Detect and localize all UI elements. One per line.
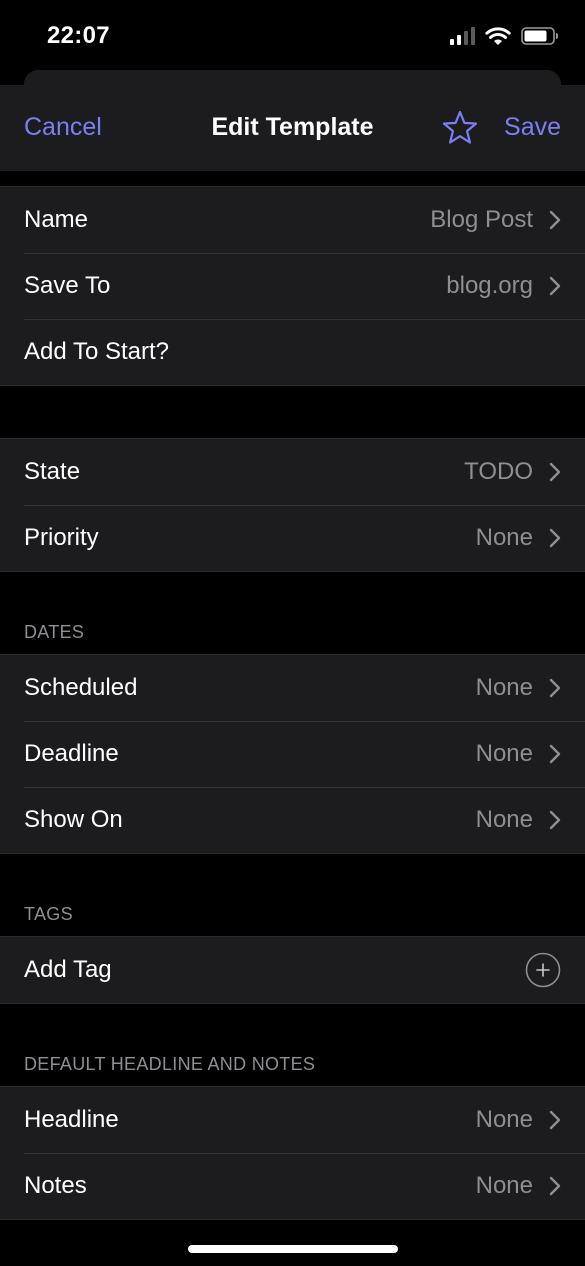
scheduled-value: None [475, 674, 533, 701]
deadline-row[interactable]: Deadline None [0, 721, 585, 787]
save-to-label: Save To [24, 272, 111, 299]
name-value: Blog Post [430, 206, 533, 233]
add-tag-row[interactable]: Add Tag [0, 937, 585, 1003]
defaults-group: Headline None Notes None [0, 1086, 585, 1220]
chevron-right-icon [549, 1176, 561, 1196]
dates-group: Scheduled None Deadline None Show On Non… [0, 654, 585, 854]
chevron-right-icon [549, 678, 561, 698]
notes-label: Notes [24, 1172, 87, 1199]
add-to-start-label: Add To Start? [24, 338, 169, 365]
show-on-value: None [475, 806, 533, 833]
plus-circle-icon[interactable] [525, 952, 561, 988]
dates-section-header: DATES [24, 622, 85, 642]
add-tag-label: Add Tag [24, 956, 112, 983]
notes-row[interactable]: Notes None [0, 1153, 585, 1219]
chevron-right-icon [549, 528, 561, 548]
save-to-value: blog.org [446, 272, 533, 299]
save-button[interactable]: Save [504, 113, 561, 142]
notes-value: None [475, 1172, 533, 1199]
save-to-row[interactable]: Save To blog.org [0, 253, 585, 319]
scheduled-label: Scheduled [24, 674, 138, 701]
headline-row[interactable]: Headline None [0, 1087, 585, 1153]
tags-section-header: TAGS [24, 904, 73, 924]
deadline-label: Deadline [24, 740, 119, 767]
navigation-bar: Cancel Edit Template Save [0, 85, 585, 171]
chevron-right-icon [549, 210, 561, 230]
cellular-signal-icon [450, 27, 475, 45]
edit-template-screen: 22:07 Cancel Edit Template Save Name Blo… [0, 0, 585, 1266]
chevron-right-icon [549, 810, 561, 830]
state-label: State [24, 458, 81, 485]
chevron-right-icon [549, 276, 561, 296]
priority-label: Priority [24, 524, 99, 551]
chevron-right-icon [549, 744, 561, 764]
home-indicator[interactable] [188, 1245, 398, 1253]
cancel-button[interactable]: Cancel [24, 113, 102, 142]
chevron-right-icon [549, 462, 561, 482]
scheduled-row[interactable]: Scheduled None [0, 655, 585, 721]
name-row[interactable]: Name Blog Post [0, 187, 585, 253]
status-time: 22:07 [47, 22, 110, 49]
priority-row[interactable]: Priority None [0, 505, 585, 571]
battery-icon [521, 27, 558, 45]
star-icon[interactable] [441, 109, 479, 147]
headline-label: Headline [24, 1106, 119, 1133]
state-row[interactable]: State TODO [0, 439, 585, 505]
show-on-label: Show On [24, 806, 123, 833]
show-on-row[interactable]: Show On None [0, 787, 585, 853]
defaults-section-header: DEFAULT HEADLINE AND NOTES [24, 1054, 316, 1074]
status-bar: 22:07 [0, 0, 585, 70]
name-label: Name [24, 206, 89, 233]
status-icons [450, 25, 559, 47]
state-value: TODO [464, 458, 533, 485]
priority-value: None [475, 524, 533, 551]
wifi-icon [485, 27, 511, 45]
task-group: State TODO Priority None [0, 438, 585, 572]
headline-value: None [475, 1106, 533, 1133]
general-group: Name Blog Post Save To blog.org Add To S… [0, 186, 585, 386]
deadline-value: None [475, 740, 533, 767]
tags-group: Add Tag [0, 936, 585, 1004]
chevron-right-icon [549, 1110, 561, 1130]
add-to-start-row[interactable]: Add To Start? [0, 319, 585, 385]
